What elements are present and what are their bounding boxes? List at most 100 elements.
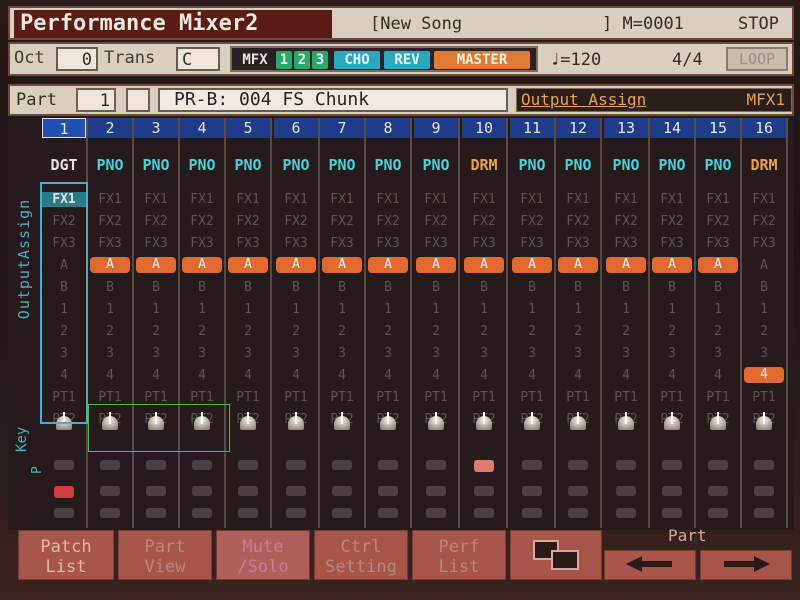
output-option[interactable]: PT1 [556,390,600,405]
output-option[interactable]: 1 [366,302,410,317]
channel-strip[interactable]: 15PNOFX1FX2FX3AB1234PT1PT2 [696,118,740,528]
output-option[interactable]: 4 [180,368,224,383]
output-option[interactable]: 2 [366,324,410,339]
output-option[interactable]: 2 [696,324,740,339]
output-option[interactable]: B [604,280,648,295]
output-option[interactable]: FX1 [88,192,132,207]
output-option[interactable]: 1 [462,302,506,317]
solo-switch[interactable] [146,508,166,518]
key-knob[interactable] [570,412,586,432]
output-option[interactable]: PT1 [696,390,740,405]
channel-number[interactable]: 6 [274,118,318,138]
part-switch[interactable] [286,460,306,470]
solo-switch[interactable] [708,508,728,518]
output-option[interactable]: FX3 [180,236,224,251]
part-field[interactable]: 1 [76,88,116,112]
output-option[interactable]: FX3 [696,236,740,251]
output-option[interactable]: FX1 [320,192,364,207]
output-option[interactable]: B [366,280,410,295]
output-option-selected[interactable]: A [606,257,646,273]
output-option[interactable]: B [650,280,694,295]
output-option[interactable]: B [274,280,318,295]
output-option[interactable]: 4 [414,368,458,383]
output-option[interactable]: 4 [462,368,506,383]
solo-switch[interactable] [522,508,542,518]
output-option[interactable]: PT1 [274,390,318,405]
output-option[interactable]: 4 [650,368,694,383]
output-option[interactable]: 4 [320,368,364,383]
solo-switch[interactable] [192,508,212,518]
key-knob[interactable] [524,412,540,432]
part-next-button[interactable] [700,550,792,580]
output-option-selected[interactable]: A [558,257,598,273]
output-option[interactable]: FX3 [462,236,506,251]
output-option[interactable]: FX2 [180,214,224,229]
output-assign-field[interactable]: Output Assign MFX1 [516,88,792,112]
output-option[interactable]: B [696,280,740,295]
output-option-selected[interactable]: A [652,257,692,273]
output-option[interactable]: PT1 [604,390,648,405]
part-switch[interactable] [662,460,682,470]
output-option[interactable]: FX1 [462,192,506,207]
output-option[interactable]: 2 [414,324,458,339]
solo-switch[interactable] [662,508,682,518]
output-option[interactable]: FX3 [742,236,786,251]
output-option[interactable]: FX1 [414,192,458,207]
output-option[interactable]: FX3 [556,236,600,251]
output-option[interactable]: 3 [274,346,318,361]
output-option[interactable]: A [742,258,786,273]
output-option[interactable]: 2 [180,324,224,339]
mute-switch[interactable] [100,486,120,496]
output-option[interactable]: PT1 [320,390,364,405]
output-option[interactable]: PT1 [180,390,224,405]
mute-switch[interactable] [616,486,636,496]
output-option[interactable]: 3 [696,346,740,361]
trans-field[interactable]: C [176,47,220,71]
solo-switch[interactable] [286,508,306,518]
output-option[interactable]: FX3 [604,236,648,251]
output-option[interactable]: 1 [510,302,554,317]
output-option[interactable]: B [134,280,178,295]
channel-number[interactable]: 15 [696,118,740,138]
output-option[interactable]: 4 [510,368,554,383]
master-button[interactable]: MASTER [434,51,530,69]
part-switch[interactable] [708,460,728,470]
channel-strip[interactable]: 8PNOFX1FX2FX3AB1234PT1PT2 [366,118,410,528]
channel-number[interactable]: 11 [510,118,554,138]
output-option[interactable]: 4 [226,368,270,383]
output-option[interactable]: 3 [650,346,694,361]
key-knob[interactable] [428,412,444,432]
output-option[interactable]: 1 [696,302,740,317]
output-option[interactable]: FX2 [134,214,178,229]
key-knob[interactable] [710,412,726,432]
output-option[interactable]: 3 [414,346,458,361]
channel-number[interactable]: 16 [742,118,786,138]
output-option[interactable]: FX3 [414,236,458,251]
output-option[interactable]: PT1 [88,390,132,405]
output-option[interactable]: 4 [88,368,132,383]
part-switch[interactable] [100,460,120,470]
output-option[interactable]: B [510,280,554,295]
channel-number[interactable]: 2 [88,118,132,138]
part-view-button[interactable]: Part View [118,530,212,580]
key-knob[interactable] [334,412,350,432]
output-option[interactable]: 1 [320,302,364,317]
mfx-button[interactable]: MFX [236,51,274,69]
part-switch[interactable] [192,460,212,470]
solo-switch[interactable] [474,508,494,518]
output-option[interactable]: 1 [226,302,270,317]
channel-strip[interactable]: 12PNOFX1FX2FX3AB1234PT1PT2 [556,118,600,528]
mute-switch[interactable] [754,486,774,496]
channel-strip[interactable]: 10DRMFX1FX2FX3AB1234PT1PT2 [462,118,506,528]
output-option[interactable]: FX2 [650,214,694,229]
output-option[interactable]: FX2 [226,214,270,229]
output-option-selected[interactable]: A [698,257,738,273]
output-option-selected[interactable]: 4 [744,367,784,383]
output-option[interactable]: FX3 [226,236,270,251]
output-option[interactable]: B [320,280,364,295]
output-option[interactable]: 1 [274,302,318,317]
output-option[interactable]: B [88,280,132,295]
output-option[interactable]: B [180,280,224,295]
output-option[interactable]: FX1 [604,192,648,207]
solo-switch[interactable] [426,508,446,518]
